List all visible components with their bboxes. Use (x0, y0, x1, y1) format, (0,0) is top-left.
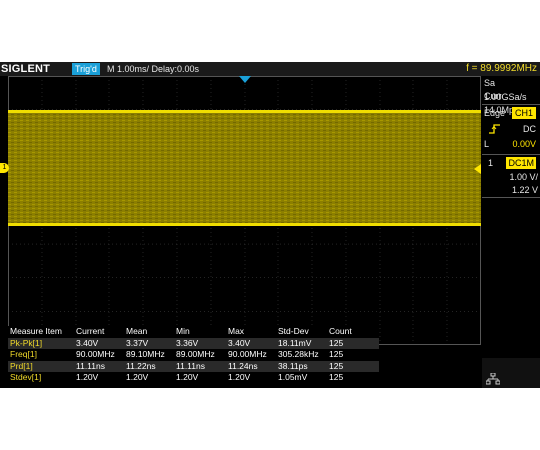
measure-item: Pk-Pk[1] (10, 337, 43, 348)
trigger-status-badge[interactable]: Trig'd (72, 63, 100, 75)
measure-stddev: 18.11mV (278, 337, 312, 348)
frequency-counter: f = 89.9992MHz (466, 63, 537, 74)
rising-edge-icon (489, 124, 500, 134)
volts-per-div: 1.00 V/ (509, 172, 538, 182)
measure-max: 11.24ns (228, 360, 258, 371)
measure-item: Freq[1] (10, 349, 37, 360)
measure-min: 11.11ns (176, 360, 205, 371)
trigger-level-value: 0.00V (512, 139, 536, 149)
memory-depth: Curr 14.0Mpts (484, 91, 522, 115)
trigger-type: Edge (484, 108, 506, 118)
measure-count: 125 (329, 349, 344, 360)
measure-header-stddev: Std-Dev (278, 326, 309, 336)
top-status-bar: SIGLENT Trig'd M 1.00ms/ Delay:0.00s f =… (0, 62, 540, 76)
trigger-level-marker[interactable] (474, 164, 481, 174)
sample-rate: Sa 1.00GSa/s (484, 78, 527, 102)
measure-current: 90.00MHz (76, 349, 115, 360)
trigger-level-label: L (484, 139, 490, 149)
measure-header-count: Count (329, 326, 352, 336)
network-icon (486, 373, 500, 385)
measure-mean: 1.20V (126, 372, 149, 383)
measure-current: 1.20V (76, 372, 99, 383)
channel1-marker-label: 1 (2, 164, 7, 171)
measure-mean: 89.10MHz (126, 349, 165, 360)
measure-count: 125 (329, 360, 344, 371)
channel-number: 1 (488, 158, 494, 168)
trigger-settings[interactable]: Edge CH1 (484, 106, 538, 120)
measure-current: 11.11ns (76, 360, 105, 371)
measure-min: 3.36V (176, 337, 199, 348)
measure-header-row: Measure Item Current Mean Min Max Std-De… (8, 326, 379, 338)
measure-header-max: Max (228, 326, 245, 336)
table-row: Freq[1] 90.00MHz 89.10MHz 89.00MHz 90.00… (8, 349, 379, 361)
measure-mean: 3.37V (126, 337, 149, 348)
measure-count: 125 (329, 372, 344, 383)
measure-stddev: 38.11ps (278, 360, 308, 371)
measure-header-min: Min (176, 326, 190, 336)
measure-min: 1.20V (176, 372, 199, 383)
network-status (482, 358, 540, 388)
measurement-table: Measure Item Current Mean Min Max Std-De… (8, 326, 379, 386)
channel-offset: 1.22 V (511, 185, 538, 195)
trigger-position-marker[interactable] (239, 76, 251, 83)
measure-max: 3.40V (228, 337, 251, 348)
measure-current: 3.40V (76, 337, 99, 348)
measure-max: 1.20V (228, 372, 251, 383)
measure-header-mean: Mean (126, 326, 148, 336)
channel-coupling-badge: DC1M (506, 157, 536, 169)
measure-header-current: Current (76, 326, 105, 336)
measure-item: Prd[1] (10, 360, 33, 371)
right-info-panel: Sa 1.00GSa/s Curr 14.0Mpts Edge CH1 DC L… (482, 76, 540, 388)
signal-trace (8, 111, 481, 225)
table-row: Prd[1] 11.11ns 11.22ns 11.11ns 11.24ns 3… (8, 360, 379, 373)
measure-max: 90.00MHz (228, 349, 267, 360)
measure-mean: 11.22ns (126, 360, 156, 371)
measure-item: Stdev[1] (10, 372, 42, 383)
trigger-coupling: DC (523, 124, 536, 134)
channel1-settings[interactable]: 1 DC1M (484, 156, 538, 170)
brand-logo: SIGLENT (1, 63, 51, 75)
measure-stddev: 1.05mV (278, 372, 308, 383)
waveform-grid[interactable] (8, 76, 481, 345)
timebase-readout[interactable]: M 1.00ms/ Delay:0.00s (107, 62, 199, 76)
trigger-source-badge: CH1 (511, 107, 536, 119)
table-row: Pk-Pk[1] 3.40V 3.37V 3.36V 3.40V 18.11mV… (8, 337, 379, 350)
measure-header-item: Measure Item (10, 326, 62, 336)
table-row: Stdev[1] 1.20V 1.20V 1.20V 1.20V 1.05mV … (8, 372, 379, 384)
measure-stddev: 305.28kHz (278, 349, 319, 360)
measure-min: 89.00MHz (176, 349, 215, 360)
measure-count: 125 (329, 337, 344, 348)
